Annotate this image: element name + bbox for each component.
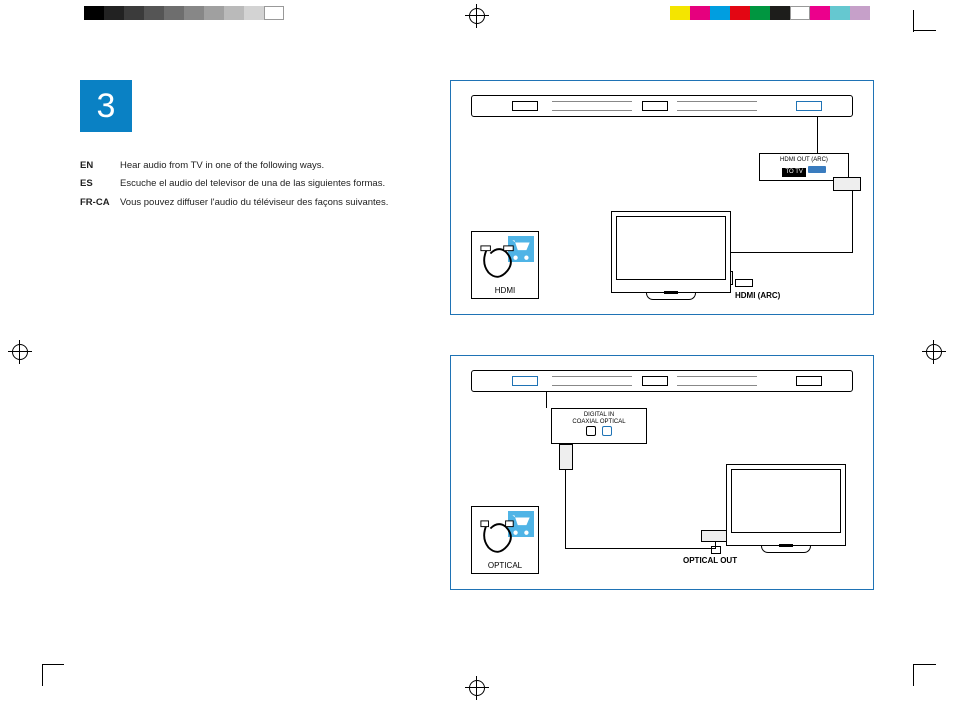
tv-hdmi-port-icon <box>735 279 753 287</box>
port-callout-optical: DIGITAL IN COAXIAL OPTICAL <box>551 408 647 444</box>
lang-code: FR-CA <box>80 197 120 209</box>
instruction-row: ES Escuche el audio del televisor de una… <box>80 178 410 190</box>
port-label: HDMI (ARC) <box>735 291 780 300</box>
lang-code: ES <box>80 178 120 190</box>
diagram-optical: DIGITAL IN COAXIAL OPTICAL OPTICAL OUT <box>450 355 874 590</box>
lang-text: Hear audio from TV in one of the followi… <box>120 160 410 172</box>
lang-text: Escuche el audio del televisor de una de… <box>120 178 410 190</box>
tv-icon <box>611 211 731 293</box>
cable-product-optical: OPTICAL <box>471 506 539 574</box>
port-label: OPTICAL OUT <box>683 556 737 565</box>
cable-label: HDMI <box>472 286 538 295</box>
callout-text: TO TV <box>782 168 805 177</box>
printer-color-bar-grayscale <box>84 6 284 20</box>
instruction-row: FR-CA Vous pouvez diffuser l'audio du té… <box>80 197 410 209</box>
callout-text: HDMI OUT (ARC) <box>764 157 844 164</box>
tv-icon <box>726 464 846 546</box>
cable-coil-icon <box>478 519 518 557</box>
instruction-text-block: EN Hear audio from TV in one of the foll… <box>80 160 410 209</box>
registration-mark-icon <box>465 676 489 700</box>
cable-label: OPTICAL <box>472 561 538 570</box>
lang-code: EN <box>80 160 120 172</box>
soundbar-icon <box>471 370 853 392</box>
optical-connector-icon <box>559 444 573 470</box>
cable-coil-icon <box>478 244 518 282</box>
step-number-badge: 3 <box>80 80 132 132</box>
printer-color-bar-color <box>670 6 870 20</box>
registration-mark-icon <box>922 340 946 364</box>
instruction-row: EN Hear audio from TV in one of the foll… <box>80 160 410 172</box>
lang-text: Vous pouvez diffuser l'audio du télévise… <box>120 197 410 209</box>
soundbar-icon <box>471 95 853 117</box>
optical-connector-icon <box>701 530 729 542</box>
hdmi-connector-icon <box>833 177 861 191</box>
registration-mark-icon <box>8 340 32 364</box>
tv-optical-port-icon <box>711 546 721 554</box>
registration-mark-icon <box>465 4 489 28</box>
diagram-hdmi: HDMI OUT (ARC) TO TV HDMI (ARC) <box>450 80 874 315</box>
callout-text: COAXIAL OPTICAL <box>556 419 642 426</box>
callout-text: DIGITAL IN <box>556 412 642 419</box>
cable-product-hdmi: HDMI <box>471 231 539 299</box>
